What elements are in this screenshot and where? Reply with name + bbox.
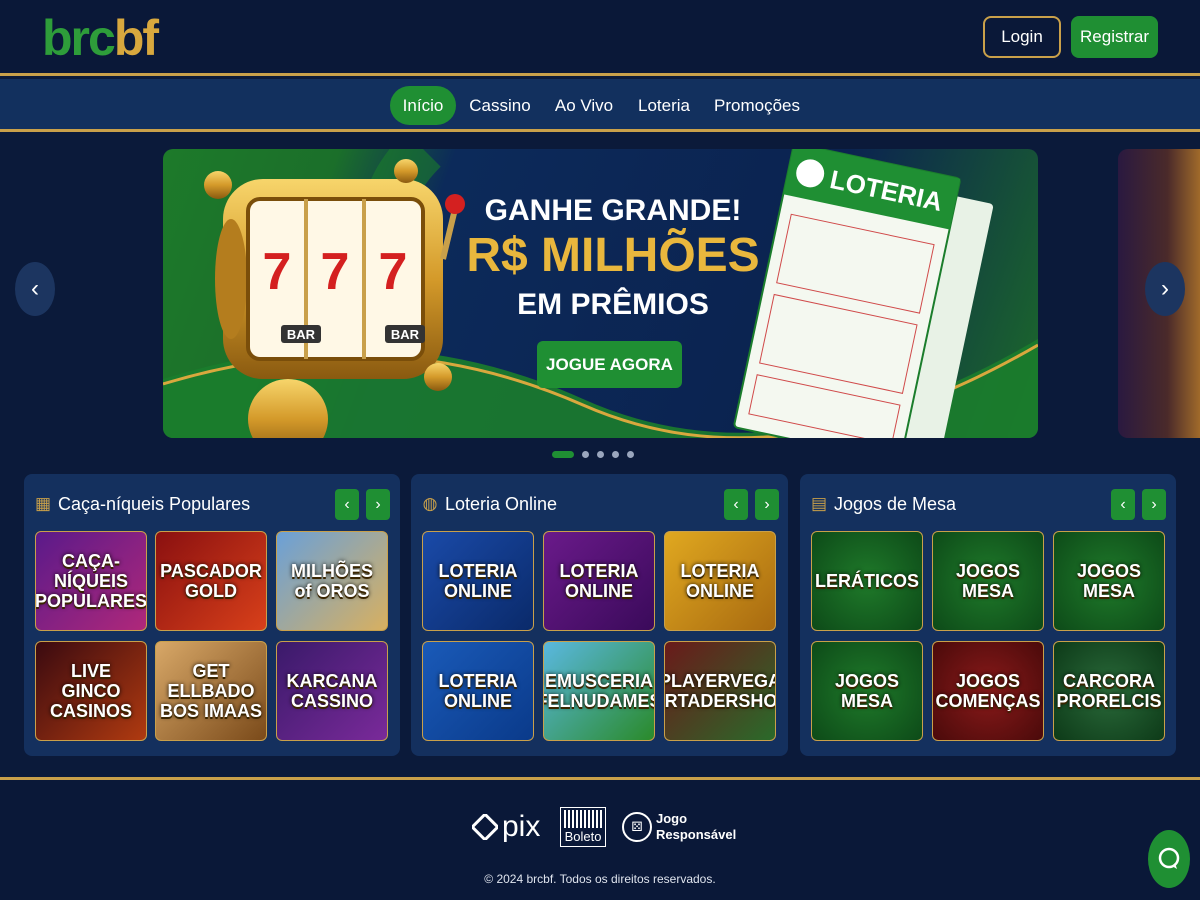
game-tile[interactable]: KARCANA CASSINO xyxy=(276,641,388,741)
panel-table-games: ▤ Jogos de Mesa ‹ › LERÁTICOS JOGOS MESA … xyxy=(800,474,1176,756)
nav-item-cassino[interactable]: Cassino xyxy=(464,86,536,125)
chevron-left-icon: ‹ xyxy=(344,495,350,513)
svg-text:BAR: BAR xyxy=(287,327,316,342)
copyright-text: © 2024 brcbf. Todos os direitos reservad… xyxy=(484,872,716,886)
carousel-prev-button[interactable]: ‹ xyxy=(15,262,55,316)
game-tile[interactable]: JOGOS MESA xyxy=(932,531,1044,631)
banner-headline: R$ MILHÕES xyxy=(466,229,760,282)
chat-icon xyxy=(1158,847,1180,869)
panel-title: Loteria Online xyxy=(445,494,558,514)
nav-item-ao-vivo[interactable]: Ao Vivo xyxy=(548,86,620,125)
svg-text:7: 7 xyxy=(379,243,408,301)
panel-slots: ▦ Caça-níqueis Populares ‹ › CAÇA-NÍQUEI… xyxy=(24,474,400,756)
game-tile[interactable]: LIVE GINCO CASINOS xyxy=(35,641,147,741)
cards-icon: ▤ xyxy=(810,494,828,513)
game-tile[interactable]: CARCORA PRORELCIS xyxy=(1053,641,1165,741)
chevron-right-icon: › xyxy=(1161,275,1169,302)
game-tile[interactable]: MILHÕES of OROS xyxy=(276,531,388,631)
nav-item-promocoes[interactable]: Promoções xyxy=(708,86,806,125)
carousel-dot[interactable] xyxy=(582,450,589,458)
main-nav: Início Cassino Ao Vivo Loteria Promoções xyxy=(0,79,1200,132)
carousel-dot[interactable] xyxy=(552,450,574,458)
panel-next-button[interactable]: › xyxy=(366,489,390,520)
game-tile[interactable]: PLAYERVEGACORTADERSHORP xyxy=(664,641,776,741)
brand-logo[interactable]: brcbf xyxy=(42,8,159,68)
game-tile[interactable]: PASCADOR GOLD xyxy=(155,531,267,631)
chevron-left-icon: ‹ xyxy=(733,495,739,513)
chevron-right-icon: › xyxy=(764,495,770,513)
game-tile[interactable]: LOTERIA ONLINE xyxy=(543,531,655,631)
register-button[interactable]: Registrar xyxy=(1071,16,1158,58)
chat-button[interactable] xyxy=(1148,830,1190,888)
chevron-right-icon: › xyxy=(375,495,381,513)
boleto-logo: Boleto xyxy=(560,807,606,847)
game-tile[interactable]: EMUSCERIAFELNUDAMES xyxy=(543,641,655,741)
play-now-button[interactable]: JOGUE AGORA xyxy=(537,341,682,388)
panel-prev-button[interactable]: ‹ xyxy=(1111,489,1135,520)
banner-title: GANHE GRANDE! xyxy=(484,194,742,227)
barcode-icon xyxy=(564,810,602,828)
carousel-dot[interactable] xyxy=(627,450,634,458)
nav-item-loteria[interactable]: Loteria xyxy=(632,86,696,125)
chevron-right-icon: › xyxy=(1151,495,1157,513)
login-button[interactable]: Login xyxy=(983,16,1061,58)
carousel-dot[interactable] xyxy=(597,450,604,458)
chevron-left-icon: ‹ xyxy=(1120,495,1126,513)
panel-next-button[interactable]: › xyxy=(755,489,779,520)
panel-title: Jogos de Mesa xyxy=(834,494,957,514)
carousel-dots xyxy=(552,449,634,459)
globe-icon: ◍ xyxy=(422,494,438,513)
game-tile[interactable]: JOGOS MESA xyxy=(1053,531,1165,631)
banner-subtitle: EM PRÊMIOS xyxy=(517,288,709,321)
panel-prev-button[interactable]: ‹ xyxy=(335,489,359,520)
game-tile[interactable]: LERÁTICOS xyxy=(811,531,923,631)
game-tile[interactable]: LOTERIA ONLINE xyxy=(422,531,534,631)
game-tile[interactable]: JOGOS MESA xyxy=(811,641,923,741)
site-header: brcbf Login Registrar xyxy=(0,0,1200,76)
panel-lottery: ◍ Loteria Online ‹ › LOTERIA ONLINE LOTER… xyxy=(411,474,788,756)
slot-machine-graphic: 7 7 7 BAR BAR xyxy=(215,179,465,379)
hero-banner[interactable]: 7 7 7 BAR BAR LOTERIA GANHE GRANDE! R$ M… xyxy=(163,149,1038,438)
svg-text:7: 7 xyxy=(321,243,350,301)
carousel-next-button[interactable]: › xyxy=(1145,262,1185,316)
panel-title: Caça-níqueis Populares xyxy=(58,494,251,514)
svg-text:BAR: BAR xyxy=(391,327,420,342)
svg-text:7: 7 xyxy=(263,243,292,301)
panel-next-button[interactable]: › xyxy=(1142,489,1166,520)
carousel-dot[interactable] xyxy=(612,450,619,458)
chevron-left-icon: ‹ xyxy=(31,275,39,302)
pix-logo: pix xyxy=(472,807,540,847)
responsible-gaming-logo: ⚄ Jogo Responsável xyxy=(622,807,736,847)
pix-icon xyxy=(472,814,498,840)
game-tile[interactable]: LOTERIA ONLINE xyxy=(664,531,776,631)
dice-icon: ⚄ xyxy=(622,812,652,842)
slot-machine-icon: ▦ xyxy=(34,494,52,513)
nav-item-inicio[interactable]: Início xyxy=(390,86,456,125)
game-tile[interactable]: LOTERIA ONLINE xyxy=(422,641,534,741)
game-tile[interactable]: GET ELLBADO BOS IMAAS xyxy=(155,641,267,741)
main-content: ‹ 7 7 7 BAR BAR LOTERIA GANHE GRANDE! R$… xyxy=(0,135,1200,777)
game-tile[interactable]: JOGOS COMENÇAS xyxy=(932,641,1044,741)
game-tile[interactable]: CAÇA-NÍQUEIS POPULARES xyxy=(35,531,147,631)
panel-prev-button[interactable]: ‹ xyxy=(724,489,748,520)
